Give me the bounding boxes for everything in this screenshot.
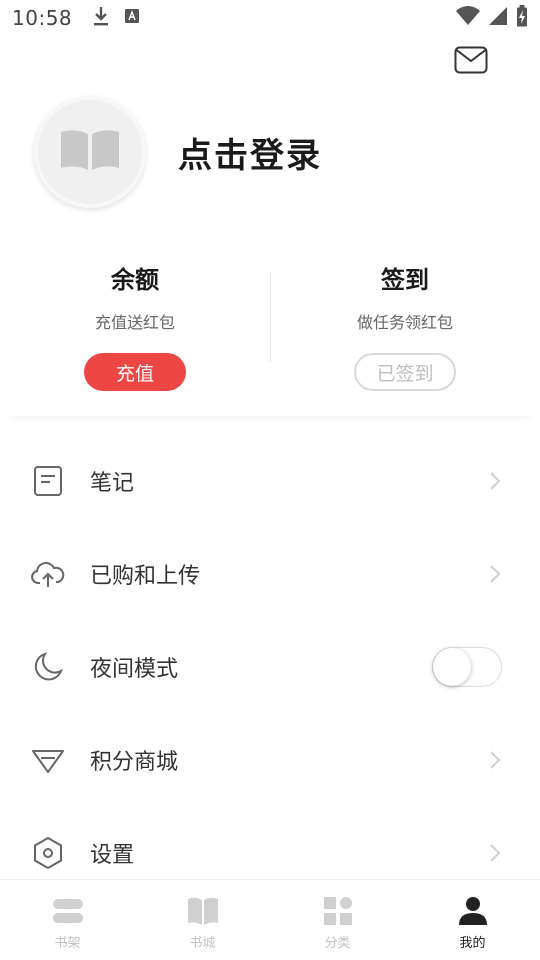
toggle-knob bbox=[433, 647, 471, 686]
a-notification-icon bbox=[124, 8, 140, 28]
checkin-subtitle: 做任务领红包 bbox=[356, 313, 453, 332]
nav-item-bookshelf[interactable]: 书架 bbox=[0, 880, 135, 960]
menu-item-points-mall[interactable]: 积分商城 bbox=[0, 713, 540, 806]
menu-label: 已购和上传 bbox=[90, 563, 201, 589]
open-book-icon bbox=[59, 128, 121, 176]
wallet-checkin-panel: 余额 充值送红包 充值 签到 做任务领红包 已签到 bbox=[0, 240, 540, 416]
checkin-title: 签到 bbox=[381, 266, 429, 294]
signal-icon bbox=[488, 6, 508, 30]
chevron-right-icon bbox=[488, 471, 502, 491]
wifi-icon bbox=[456, 6, 480, 30]
night-mode-toggle[interactable] bbox=[432, 646, 502, 687]
avatar[interactable] bbox=[34, 96, 146, 208]
battery-charging-icon bbox=[516, 5, 528, 31]
menu-item-night-mode: 夜间模式 bbox=[0, 620, 540, 713]
chevron-right-icon bbox=[488, 564, 502, 584]
hexagon-settings-icon bbox=[30, 835, 66, 871]
menu-label: 夜间模式 bbox=[90, 656, 179, 682]
balance-section: 余额 充值送红包 充值 bbox=[0, 240, 270, 416]
download-icon bbox=[92, 5, 110, 31]
menu-item-purchased-uploads[interactable]: 已购和上传 bbox=[0, 527, 540, 620]
mail-button[interactable] bbox=[452, 44, 490, 80]
category-icon bbox=[321, 896, 355, 926]
nav-label: 书城 bbox=[189, 936, 216, 951]
nav-label: 分类 bbox=[324, 936, 351, 951]
nav-label: 我的 bbox=[459, 936, 486, 951]
nav-item-category[interactable]: 分类 bbox=[270, 880, 405, 960]
status-bar: 10:58 bbox=[0, 0, 540, 36]
cloud-upload-icon bbox=[30, 556, 66, 592]
note-icon bbox=[30, 463, 66, 499]
nav-item-bookstore[interactable]: 书城 bbox=[135, 880, 270, 960]
recharge-button[interactable]: 充值 bbox=[84, 353, 186, 391]
diamond-icon bbox=[30, 742, 66, 778]
menu-label: 设置 bbox=[90, 842, 135, 868]
mail-icon bbox=[454, 46, 488, 78]
nav-item-mine[interactable]: 我的 bbox=[405, 880, 540, 960]
bookshelf-icon bbox=[51, 896, 85, 926]
login-link[interactable]: 点击登录 bbox=[178, 128, 322, 177]
chevron-right-icon bbox=[488, 750, 502, 770]
book-store-icon bbox=[186, 896, 220, 926]
moon-icon bbox=[30, 649, 66, 685]
bottom-nav: 书架 书城 分类 我的 bbox=[0, 879, 540, 960]
signed-in-button[interactable]: 已签到 bbox=[354, 353, 456, 391]
divider bbox=[270, 272, 271, 362]
balance-title: 余额 bbox=[111, 266, 159, 294]
nav-label: 书架 bbox=[54, 936, 81, 951]
balance-subtitle: 充值送红包 bbox=[94, 313, 175, 332]
menu-label: 积分商城 bbox=[90, 749, 179, 775]
status-time: 10:58 bbox=[12, 6, 73, 30]
user-icon bbox=[456, 896, 490, 926]
menu-label: 笔记 bbox=[90, 470, 135, 496]
chevron-right-icon bbox=[488, 843, 502, 863]
menu-item-notes[interactable]: 笔记 bbox=[0, 434, 540, 527]
checkin-section: 签到 做任务领红包 已签到 bbox=[270, 240, 540, 416]
